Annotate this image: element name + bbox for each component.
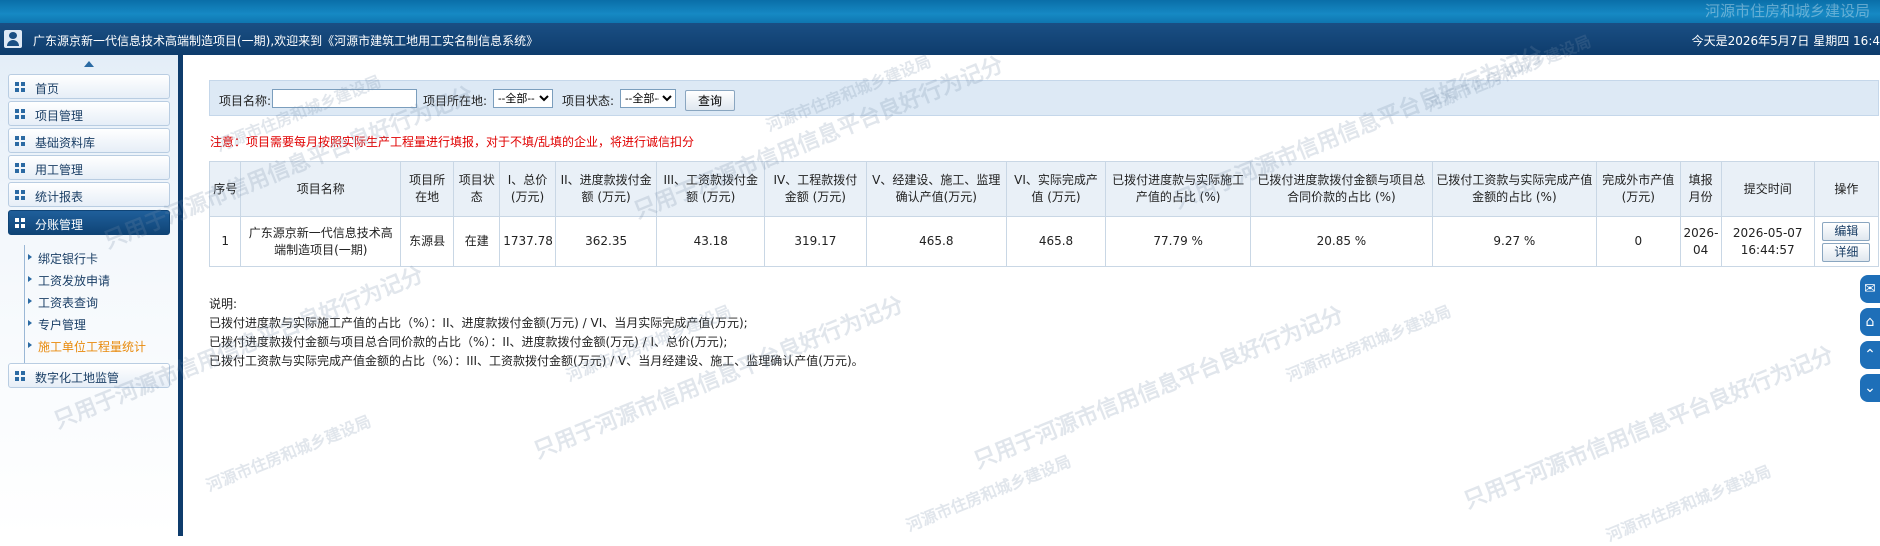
column-header: 已拨付进度款与实际施工产值的占比 (%) (1105, 161, 1252, 217)
cell-total: 1737.78 (499, 216, 556, 267)
column-header: VI、实际完成产值 (万元) (1005, 161, 1107, 217)
cell-outside-value: 0 (1596, 216, 1681, 267)
column-header: IV、工程款拨付金额 (万元) (764, 161, 867, 217)
cell-confirmed-value: 465.8 (865, 216, 1007, 267)
column-header: 序号 (208, 161, 242, 217)
cell-ratio-progress-contract: 20.85 % (1250, 216, 1433, 267)
cell-actions: 编辑 详细 (1813, 216, 1880, 267)
column-header: 项目名称 (240, 161, 402, 217)
sidebar-item-label: 用工管理 (35, 163, 84, 177)
project-status-label: 项目状态: (562, 94, 615, 108)
sidebar-item-label: 数字化工地监管 (35, 371, 120, 385)
cell-project-pay: 319.17 (764, 216, 867, 267)
sidebar-item-label: 基础资料库 (35, 136, 96, 150)
data-table: 序号 项目名称 项目所在地 项目状态 I、总价(万元) II、进度款拨付金额 (… (208, 161, 1880, 267)
cell-index: 1 (208, 216, 242, 267)
edit-button[interactable]: 编辑 (1822, 221, 1871, 241)
project-name-input[interactable] (272, 89, 417, 108)
notes-line: 已拨付进度款拨付金额与项目总合同价款的占比（%）：II、进度款拨付金额(万元) … (209, 335, 728, 349)
home-icon[interactable]: ⌂ (1860, 308, 1880, 336)
sidebar-subitem-wage-application[interactable]: 工资发放申请 (27, 272, 110, 289)
notes-title: 说明: (209, 297, 238, 311)
grid-icon (15, 109, 25, 119)
column-header: 提交时间 (1720, 161, 1815, 217)
cell-actual-value: 465.8 (1005, 216, 1107, 267)
grid-icon (15, 190, 25, 200)
notes-section: 说明: 已拨付进度款与实际施工产值的占比（%）：II、进度款拨付金额(万元) /… (209, 295, 864, 371)
welcome-text: 广东源京新一代信息技术高端制造项目(一期),欢迎来到《河源市建筑工地用工实名制信… (33, 34, 539, 48)
query-button[interactable]: 查询 (685, 90, 735, 111)
sidebar-item-statistics[interactable]: 统计报表 (8, 182, 170, 207)
column-header: 已拨付进度款拨付金额与项目总合同价款的占比 (%) (1250, 161, 1433, 217)
column-header: 项目状态 (453, 161, 501, 217)
sidebar: 首页 项目管理 基础资料库 用工管理 统计报表 分账管理 绑定银行卡 工资发放申… (0, 55, 178, 536)
column-header: 完成外市产值(万元) (1596, 161, 1681, 217)
grid-icon (15, 82, 25, 92)
project-name-label: 项目名称: (219, 94, 272, 108)
search-bar: 项目名称: 项目所在地: --全部-- 项目状态: --全部-- 查询 (209, 80, 1879, 116)
floating-tools: ✉ ⌂ ⌃ ⌄ (1860, 275, 1880, 407)
sidebar-subitem-payroll-query[interactable]: 工资表查询 (27, 294, 98, 311)
submenu-rail (24, 245, 25, 363)
sidebar-item-digital-site[interactable]: 数字化工地监管 (8, 363, 170, 388)
user-icon (4, 30, 22, 48)
top-banner: 河源市住房和城乡建设局 (0, 0, 1880, 23)
sidebar-item-label: 统计报表 (35, 190, 84, 204)
banner-org-name: 河源市住房和城乡建设局 (1704, 2, 1870, 20)
grid-icon (15, 163, 25, 173)
cell-wage-pay: 43.18 (656, 216, 766, 267)
column-header: V、经建设、施工、监理确认产值(万元) (865, 161, 1007, 217)
main-content: 项目名称: 项目所在地: --全部-- 项目状态: --全部-- 查询 注意：项… (183, 55, 1880, 536)
sidebar-item-label: 首页 (35, 82, 60, 96)
grid-icon (15, 218, 25, 228)
grid-icon (15, 371, 25, 381)
title-bar: 广东源京新一代信息技术高端制造项目(一期),欢迎来到《河源市建筑工地用工实名制信… (0, 23, 1880, 55)
sidebar-item-labor-management[interactable]: 用工管理 (8, 155, 170, 180)
cell-month: 2026-04 (1679, 216, 1722, 267)
project-location-label: 项目所在地: (423, 94, 488, 108)
table-row: 1 广东源京新一代信息技术高端制造项目(一期) 东源县 在建 1737.78 3… (208, 216, 1880, 267)
sidebar-subitem-construction-volume[interactable]: 施工单位工程量统计 (27, 338, 146, 355)
current-date: 今天是2026年5月7日 星期四 16:4 (1691, 34, 1880, 48)
column-header: 操作 (1813, 161, 1880, 217)
cell-location: 东源县 (400, 216, 455, 267)
column-header: 填报月份 (1679, 161, 1722, 217)
column-header: 项目所在地 (400, 161, 455, 217)
column-header: I、总价(万元) (499, 161, 556, 217)
notes-line: 已拨付工资款与实际完成产值金额的占比（%）：III、工资款拨付金额(万元) / … (209, 354, 864, 368)
column-header: 已拨付工资款与实际完成产值金额的占比 (%) (1431, 161, 1598, 217)
grid-icon (15, 136, 25, 146)
cell-project-name: 广东源京新一代信息技术高端制造项目(一期) (240, 216, 402, 267)
sidebar-subitem-special-account[interactable]: 专户管理 (27, 316, 86, 333)
collapse-sidebar-icon[interactable] (84, 61, 94, 67)
up-arrow-icon[interactable]: ⌃ (1860, 341, 1880, 369)
detail-button[interactable]: 详细 (1822, 242, 1871, 262)
chat-icon[interactable]: ✉ (1860, 275, 1880, 303)
cell-ratio-wage-actual: 9.27 % (1431, 216, 1598, 267)
cell-submit-time: 2026-05-07 16:44:57 (1720, 216, 1815, 267)
project-location-select[interactable]: --全部-- (493, 89, 553, 108)
sidebar-item-project-management[interactable]: 项目管理 (8, 101, 170, 126)
cell-progress-pay: 362.35 (554, 216, 658, 267)
cell-ratio-progress-actual: 77.79 % (1105, 216, 1252, 267)
column-header: II、进度款拨付金额 (万元) (554, 161, 658, 217)
column-header: III、工资款拨付金额 (万元) (656, 161, 766, 217)
cell-status: 在建 (453, 216, 501, 267)
project-status-select[interactable]: --全部-- (620, 89, 676, 108)
down-arrow-icon[interactable]: ⌄ (1860, 374, 1880, 402)
table-header-row: 序号 项目名称 项目所在地 项目状态 I、总价(万元) II、进度款拨付金额 (… (208, 161, 1880, 217)
sidebar-item-label: 项目管理 (35, 109, 84, 123)
sidebar-item-base-data[interactable]: 基础资料库 (8, 128, 170, 153)
sidebar-item-account-management[interactable]: 分账管理 (8, 210, 170, 235)
notice-text: 注意：项目需要每月按照实际生产工程量进行填报，对于不填/乱填的企业，将进行诚信扣… (210, 135, 695, 149)
sidebar-item-label: 分账管理 (35, 218, 84, 232)
sidebar-subitem-bind-bank-card[interactable]: 绑定银行卡 (27, 250, 98, 267)
sidebar-item-home[interactable]: 首页 (8, 74, 170, 99)
notes-line: 已拨付进度款与实际施工产值的占比（%）：II、进度款拨付金额(万元) / VI、… (209, 316, 748, 330)
